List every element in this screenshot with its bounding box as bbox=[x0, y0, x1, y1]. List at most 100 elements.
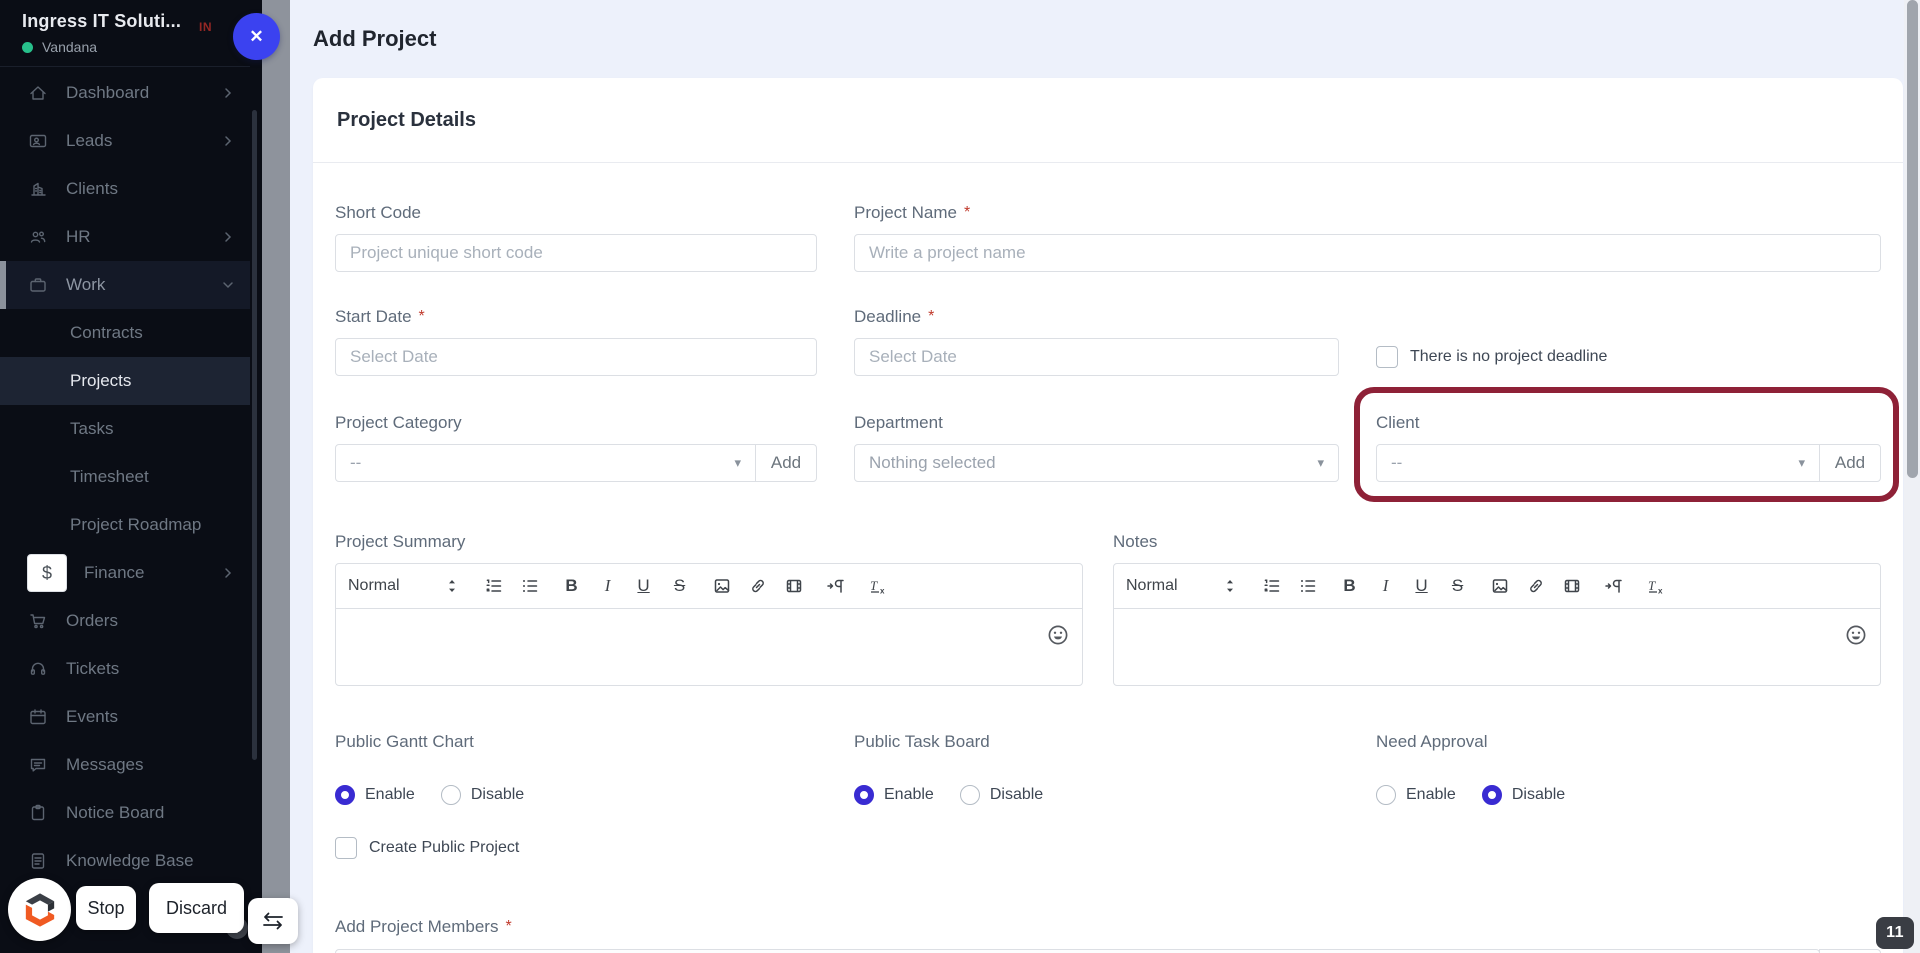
sidebar-subitem-projects[interactable]: Projects bbox=[0, 357, 250, 405]
sidebar-subitem-contracts[interactable]: Contracts bbox=[0, 309, 250, 357]
bold-button[interactable]: B bbox=[562, 576, 582, 596]
approval-enable-radio[interactable]: Enable bbox=[1376, 785, 1456, 805]
insert-video-icon[interactable] bbox=[784, 576, 804, 596]
dollar-icon: $ bbox=[27, 554, 67, 592]
sidebar-item-leads[interactable]: Leads bbox=[0, 117, 250, 165]
approval-disable-radio[interactable]: Disable bbox=[1482, 785, 1565, 805]
home-icon bbox=[27, 82, 49, 104]
strikethrough-button[interactable]: S bbox=[670, 576, 690, 596]
underline-button[interactable]: U bbox=[634, 576, 654, 596]
text-direction-icon[interactable] bbox=[826, 576, 846, 596]
building-icon bbox=[27, 178, 49, 200]
sidebar-scrollbar-thumb[interactable] bbox=[252, 110, 257, 760]
project-name-field: Project Name * bbox=[854, 203, 1881, 272]
ordered-list-icon[interactable] bbox=[484, 576, 504, 596]
project-members-select[interactable]: Nothing selected ▾ bbox=[335, 949, 1820, 953]
clear-formatting-icon[interactable]: Tx bbox=[1646, 576, 1666, 596]
editor-toolbar: Normal B I U bbox=[336, 564, 1082, 609]
strikethrough-button[interactable]: S bbox=[1448, 576, 1468, 596]
sidebar: Ingress IT Soluti... Vandana IN Dashboar… bbox=[0, 0, 250, 953]
swap-arrows-button[interactable] bbox=[248, 898, 298, 944]
bullet-list-icon[interactable] bbox=[520, 576, 540, 596]
short-code-label: Short Code bbox=[335, 203, 817, 223]
create-public-project-label: Create Public Project bbox=[369, 839, 519, 857]
radio-selected bbox=[1482, 785, 1502, 805]
insert-image-icon[interactable] bbox=[712, 576, 732, 596]
notes-field: Notes Normal bbox=[1113, 532, 1881, 686]
insert-video-icon[interactable] bbox=[1562, 576, 1582, 596]
discard-button[interactable]: Discard bbox=[149, 883, 244, 933]
radio-unselected bbox=[441, 785, 461, 805]
sidebar-item-events[interactable]: Events bbox=[0, 693, 250, 741]
sidebar-item-tickets[interactable]: Tickets bbox=[0, 645, 250, 693]
start-date-input[interactable] bbox=[335, 338, 817, 376]
paragraph-format-picker[interactable]: Normal bbox=[1126, 577, 1236, 595]
project-summary-textarea[interactable] bbox=[336, 609, 1082, 685]
svg-text:x: x bbox=[880, 587, 885, 596]
public-gantt-chart-group: Public Gantt Chart Enable Disable bbox=[335, 732, 817, 805]
project-name-input[interactable] bbox=[854, 234, 1881, 272]
project-category-select[interactable]: -- ▾ bbox=[335, 444, 756, 482]
bold-button[interactable]: B bbox=[1340, 576, 1360, 596]
bullet-list-icon[interactable] bbox=[1298, 576, 1318, 596]
stop-button[interactable]: Stop bbox=[76, 886, 136, 930]
sidebar-item-clients[interactable]: Clients bbox=[0, 165, 250, 213]
page-scrollbar-thumb[interactable] bbox=[1907, 0, 1918, 478]
chevron-down-icon: ▾ bbox=[734, 455, 741, 471]
emoji-icon[interactable] bbox=[1844, 623, 1868, 647]
department-field: Department Nothing selected ▾ bbox=[854, 413, 1339, 482]
underline-button[interactable]: U bbox=[1412, 576, 1432, 596]
sidebar-item-messages[interactable]: Messages bbox=[0, 741, 250, 789]
insert-image-icon[interactable] bbox=[1490, 576, 1510, 596]
sidebar-item-dashboard[interactable]: Dashboard bbox=[0, 69, 250, 117]
sidebar-item-notice-board[interactable]: Notice Board bbox=[0, 789, 250, 837]
insert-link-icon[interactable] bbox=[748, 576, 768, 596]
ordered-list-icon[interactable] bbox=[1262, 576, 1282, 596]
no-deadline-checkbox[interactable] bbox=[1376, 346, 1398, 368]
department-label: Department bbox=[854, 413, 1339, 433]
text-direction-icon[interactable] bbox=[1604, 576, 1624, 596]
notification-count-badge[interactable]: 11 bbox=[1876, 917, 1914, 949]
sidebar-item-orders[interactable]: Orders bbox=[0, 597, 250, 645]
close-overlay-button[interactable]: ✕ bbox=[233, 13, 280, 60]
radio-selected bbox=[854, 785, 874, 805]
app-root: Ingress IT Soluti... Vandana IN Dashboar… bbox=[0, 0, 1920, 953]
sidebar-subitem-project-roadmap[interactable]: Project Roadmap bbox=[0, 501, 250, 549]
gantt-enable-radio[interactable]: Enable bbox=[335, 785, 415, 805]
italic-button[interactable]: I bbox=[1376, 576, 1396, 596]
department-select[interactable]: Nothing selected ▾ bbox=[854, 444, 1339, 482]
sidebar-item-hr[interactable]: HR bbox=[0, 213, 250, 261]
cart-icon bbox=[27, 610, 49, 632]
italic-button[interactable]: I bbox=[598, 576, 618, 596]
section-title: Project Details bbox=[337, 109, 1879, 132]
add-project-form: Short Code Project Name * bbox=[335, 163, 1881, 953]
recorder-logo[interactable] bbox=[8, 878, 71, 941]
radio-unselected bbox=[960, 785, 980, 805]
notes-textarea[interactable] bbox=[1114, 609, 1880, 685]
insert-link-icon[interactable] bbox=[1526, 576, 1546, 596]
deadline-input[interactable] bbox=[854, 338, 1339, 376]
add-category-button[interactable]: Add bbox=[755, 444, 817, 482]
taskboard-disable-radio[interactable]: Disable bbox=[960, 785, 1043, 805]
client-label: Client bbox=[1376, 413, 1881, 433]
svg-text:T: T bbox=[870, 578, 878, 593]
emoji-icon[interactable] bbox=[1046, 623, 1070, 647]
add-member-button[interactable]: Add bbox=[1819, 949, 1881, 953]
sidebar-subitem-tasks[interactable]: Tasks bbox=[0, 405, 250, 453]
client-select[interactable]: -- ▾ bbox=[1376, 444, 1820, 482]
sidebar-item-finance[interactable]: $ Finance bbox=[0, 549, 250, 597]
client-field: Client -- ▾ Add bbox=[1376, 413, 1881, 482]
page-scrollbar[interactable] bbox=[1904, 0, 1920, 953]
sidebar-item-work[interactable]: Work bbox=[0, 261, 250, 309]
add-client-button[interactable]: Add bbox=[1819, 444, 1881, 482]
sidebar-subitem-timesheet[interactable]: Timesheet bbox=[0, 453, 250, 501]
divider-gutter bbox=[262, 0, 290, 953]
gantt-disable-radio[interactable]: Disable bbox=[441, 785, 524, 805]
paragraph-format-picker[interactable]: Normal bbox=[348, 577, 458, 595]
clear-formatting-icon[interactable]: Tx bbox=[868, 576, 888, 596]
create-public-project-checkbox[interactable] bbox=[335, 837, 357, 859]
user-row: Vandana bbox=[22, 39, 230, 55]
taskboard-enable-radio[interactable]: Enable bbox=[854, 785, 934, 805]
swap-arrows-icon bbox=[260, 910, 286, 932]
short-code-input[interactable] bbox=[335, 234, 817, 272]
